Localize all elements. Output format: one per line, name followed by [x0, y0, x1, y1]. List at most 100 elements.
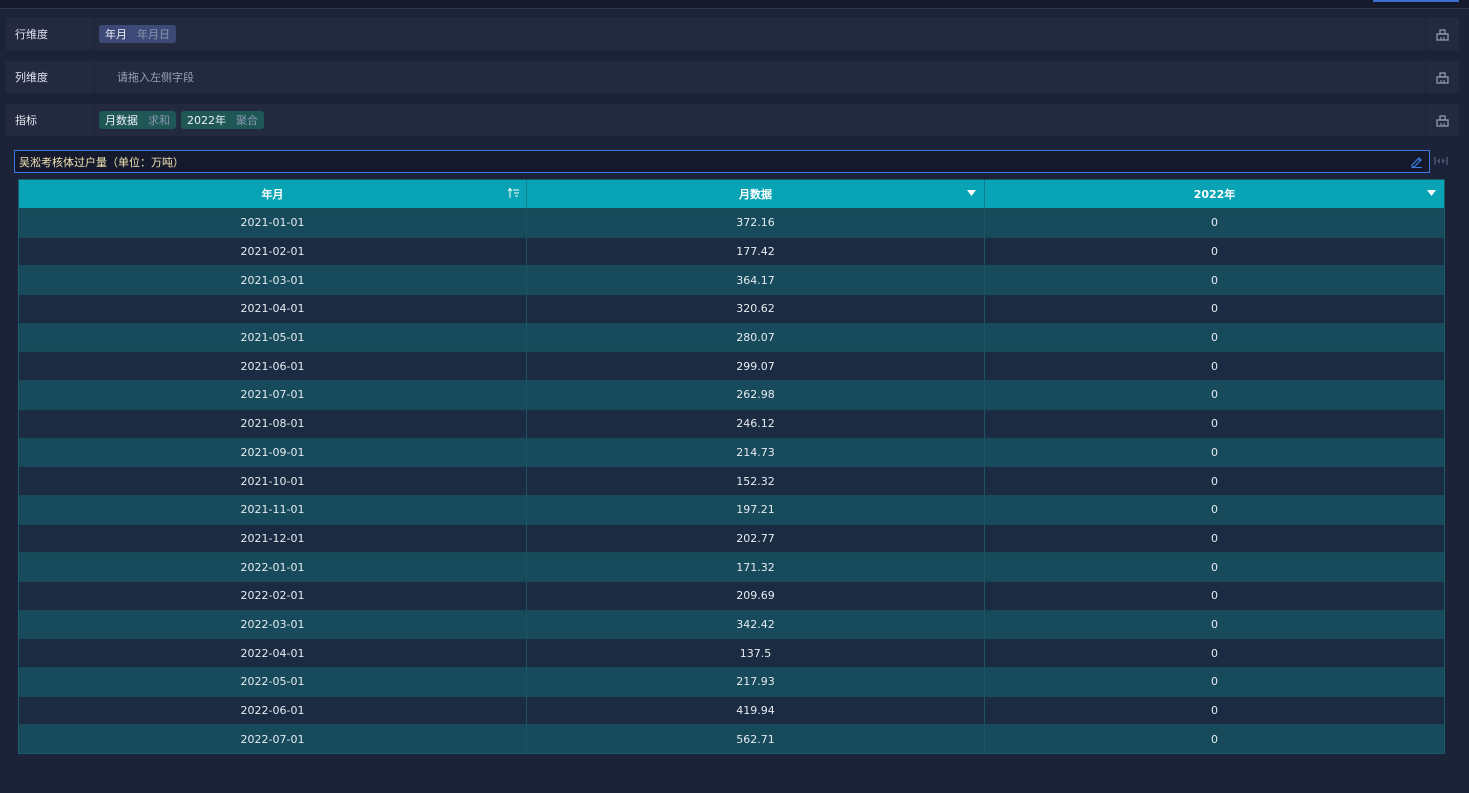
- table-row[interactable]: 2021-07-01 262.98 0: [19, 380, 1444, 409]
- table-row[interactable]: 2021-03-01 364.17 0: [19, 265, 1444, 295]
- table-cell: 0: [1211, 302, 1218, 316]
- table-cell: 2021-11-01: [19, 495, 527, 524]
- table-cell: 342.42: [527, 610, 985, 639]
- table-cell: 2022-04-01: [19, 639, 527, 667]
- table-cell: 2021-02-01: [19, 237, 527, 266]
- table-row[interactable]: 2021-12-01 202.77 0: [19, 523, 1444, 553]
- table-cell: 0: [1211, 675, 1218, 689]
- table-cell: 2022-01-01: [19, 553, 527, 581]
- field-name: 2022年: [187, 114, 226, 127]
- table-cell: 0: [1211, 216, 1218, 230]
- metric-field-chip[interactable]: 月数据 求和: [99, 111, 176, 129]
- table-row[interactable]: 2021-06-01 299.07 0: [19, 351, 1444, 381]
- triangle-down-icon[interactable]: [967, 190, 976, 197]
- table-row[interactable]: 2021-01-01 372.16 0: [19, 208, 1444, 237]
- table-cell: 0: [1211, 531, 1218, 545]
- table-title: 吴淞考核体过户量（单位：万吨）: [19, 155, 184, 169]
- table-cell: 2022-02-01: [19, 581, 527, 610]
- column-header-month[interactable]: 年月: [19, 180, 527, 208]
- row-dimension-clear-button[interactable]: [1425, 18, 1459, 50]
- table-cell: 2021-04-01: [19, 295, 527, 323]
- row-dimension-zone[interactable]: 行维度 年月 年月日: [5, 17, 1460, 51]
- sort-ascending-icon[interactable]: [508, 188, 520, 199]
- column-header-2022[interactable]: 2022年: [985, 180, 1444, 208]
- table-cell: 171.32: [527, 553, 985, 581]
- table-cell: 2021-03-01: [19, 266, 527, 295]
- table-cell: 2022-05-01: [19, 668, 527, 696]
- table-cell: 2021-07-01: [19, 381, 527, 409]
- triangle-down-icon[interactable]: [1427, 190, 1436, 197]
- table-row[interactable]: 2022-02-01 209.69 0: [19, 580, 1444, 610]
- row-dimension-fields[interactable]: 年月 年月日: [95, 18, 1425, 50]
- header-label: 月数据: [739, 188, 772, 201]
- table-cell: 0: [1211, 617, 1218, 631]
- field-name: 年月: [105, 28, 127, 41]
- table-cell: 0: [1211, 560, 1218, 574]
- table-row[interactable]: 2021-02-01 177.42 0: [19, 236, 1444, 266]
- table-cell: 0: [1211, 273, 1218, 287]
- clear-icon: [1436, 114, 1449, 127]
- table-cell: 0: [1211, 704, 1218, 718]
- table-cell: 2021-08-01: [19, 409, 527, 438]
- table-row[interactable]: 2021-09-01 214.73 0: [19, 437, 1444, 467]
- metrics-fields[interactable]: 月数据 求和 2022年 聚合: [95, 104, 1425, 136]
- table-cell: 299.07: [527, 352, 985, 381]
- table-row[interactable]: 2021-04-01 320.62 0: [19, 294, 1444, 323]
- table-body: 2021-01-01 372.16 0 2021-02-01 177.42 0 2021-0…: [19, 208, 1444, 754]
- table-cell: 0: [1211, 474, 1218, 488]
- table-row[interactable]: 2021-05-01 280.07 0: [19, 322, 1444, 352]
- table-cell: 197.21: [527, 495, 985, 524]
- table-cell: 0: [1211, 388, 1218, 402]
- table-cell: 2021-01-01: [19, 209, 527, 237]
- table-title-input[interactable]: 吴淞考核体过户量（单位：万吨）: [14, 150, 1430, 173]
- table-row[interactable]: 2022-06-01 419.94 0: [19, 695, 1444, 725]
- collapse-icon[interactable]: [1434, 156, 1448, 166]
- table-cell: 0: [1211, 646, 1218, 660]
- table-row[interactable]: 2022-01-01 171.32 0: [19, 552, 1444, 581]
- table-cell: 2022-06-01: [19, 696, 527, 725]
- metric-field-chip[interactable]: 2022年 聚合: [181, 111, 264, 129]
- table-cell: 280.07: [527, 323, 985, 352]
- pencil-icon[interactable]: [1410, 155, 1423, 168]
- column-dimension-clear-button[interactable]: [1425, 61, 1459, 93]
- table-cell: 562.71: [527, 725, 985, 754]
- table-row[interactable]: 2022-07-01 562.71 0: [19, 724, 1444, 754]
- table-cell: 2022-07-01: [19, 725, 527, 754]
- table-row[interactable]: 2021-08-01 246.12 0: [19, 408, 1444, 438]
- table-cell: 0: [1211, 503, 1218, 517]
- table-cell: 2021-09-01: [19, 438, 527, 467]
- table-header: 年月 月数据 2022年: [19, 180, 1444, 208]
- table-row[interactable]: 2022-03-01 342.42 0: [19, 609, 1444, 639]
- table-row[interactable]: 2021-10-01 152.32 0: [19, 466, 1444, 495]
- field-aggregation: 求和: [148, 114, 170, 127]
- top-bar: [0, 0, 1469, 9]
- table-row[interactable]: 2022-04-01 137.5 0: [19, 638, 1444, 667]
- table-cell: 0: [1211, 445, 1218, 459]
- metrics-label: 指标: [6, 104, 95, 136]
- row-dimension-label: 行维度: [6, 18, 95, 50]
- field-name: 月数据: [105, 114, 138, 127]
- column-dimension-zone[interactable]: 列维度 请拖入左侧字段: [5, 60, 1460, 94]
- column-dimension-fields[interactable]: 请拖入左侧字段: [95, 61, 1425, 93]
- table-cell: 2021-06-01: [19, 352, 527, 381]
- field-aggregation: 年月日: [137, 28, 170, 41]
- data-table: 年月 月数据 2022年 2021-01-01 372.16 0 2021-02-01…: [18, 179, 1445, 755]
- table-cell: 246.12: [527, 409, 985, 438]
- table-cell: 372.16: [527, 209, 985, 237]
- row-field-chip[interactable]: 年月 年月日: [99, 25, 176, 43]
- column-header-monthly-data[interactable]: 月数据: [527, 180, 985, 208]
- table-row[interactable]: 2021-11-01 197.21 0: [19, 494, 1444, 524]
- table-cell: 2021-12-01: [19, 524, 527, 553]
- metrics-clear-button[interactable]: [1425, 104, 1459, 136]
- table-cell: 214.73: [527, 438, 985, 467]
- clear-icon: [1436, 71, 1449, 84]
- table-row[interactable]: 2022-05-01 217.93 0: [19, 667, 1444, 696]
- table-cell: 419.94: [527, 696, 985, 725]
- table-cell: 364.17: [527, 266, 985, 295]
- metrics-zone[interactable]: 指标 月数据 求和 2022年 聚合: [5, 103, 1460, 137]
- active-tab-indicator: [1373, 0, 1459, 2]
- clear-icon: [1436, 28, 1449, 41]
- table-cell: 0: [1211, 732, 1218, 746]
- table-cell: 137.5: [527, 639, 985, 667]
- table-cell: 202.77: [527, 524, 985, 553]
